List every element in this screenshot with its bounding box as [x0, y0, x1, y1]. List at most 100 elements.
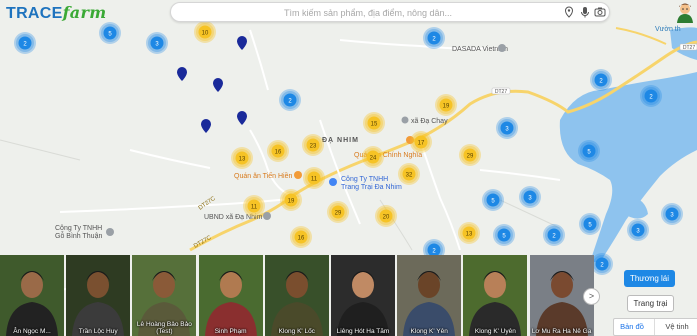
farmer-name: Trần Lộc Huy — [78, 328, 118, 335]
blue-cluster-marker[interactable]: 2 — [590, 69, 612, 91]
farmer-photo — [0, 255, 64, 336]
thuong-lai-button[interactable]: Thương lái — [624, 270, 675, 287]
svg-text:Gỗ Bình Thuận: Gỗ Bình Thuận — [55, 231, 102, 240]
cluster-count: 23 — [310, 143, 317, 149]
cluster-count: 13 — [466, 231, 473, 237]
area-label: ĐẠ NHIM — [322, 137, 359, 144]
farmer-name: Lơ Mu Ra Ha Nê Ga — [531, 328, 592, 335]
yellow-cluster-marker[interactable]: 32 — [398, 163, 420, 185]
yellow-cluster-marker[interactable]: 23 — [302, 134, 324, 156]
blue-cluster-marker[interactable]: 5 — [579, 213, 601, 235]
yellow-cluster-marker[interactable]: 29 — [459, 144, 481, 166]
yellow-cluster-marker[interactable]: 29 — [327, 201, 349, 223]
farmer-photo — [463, 255, 528, 336]
pin-icon — [498, 44, 506, 52]
cluster-count: 20 — [383, 214, 390, 220]
yellow-cluster-marker[interactable]: 11 — [243, 195, 265, 217]
poi-dasada[interactable]: DASADA Vietnam — [452, 44, 508, 53]
yellow-cluster-marker[interactable]: 19 — [435, 94, 457, 116]
farmer-card[interactable]: Liêng Hót Ha Tăm — [331, 255, 395, 336]
svg-text:Trang Trại Đa Nhim: Trang Trại Đa Nhim — [341, 184, 402, 191]
yellow-cluster-marker[interactable]: 20 — [375, 205, 397, 227]
road-label-dt27: DT27 — [495, 89, 507, 95]
cluster-count: 16 — [275, 149, 282, 155]
cluster-count: 17 — [418, 140, 425, 146]
pin-icon — [401, 116, 409, 124]
farmer-photo — [264, 255, 329, 336]
map-type-toggle: Bản đồ Vệ tinh — [613, 318, 697, 336]
farmer-card[interactable]: Klong K' Lốc — [264, 255, 329, 336]
brand-logo[interactable]: TRACEfarm — [6, 3, 106, 23]
yellow-cluster-marker[interactable]: 15 — [363, 112, 385, 134]
farmer-card[interactable]: Klong K' Yên — [397, 255, 462, 336]
farmer-name: Sinh Phạm — [214, 328, 247, 335]
yellow-cluster-marker[interactable]: 16 — [267, 140, 289, 162]
map-view-button[interactable]: Bản đồ — [614, 319, 650, 335]
restaurant-icon — [294, 171, 302, 179]
user-avatar[interactable] — [674, 1, 696, 23]
farmer-photo — [397, 255, 462, 336]
yellow-cluster-marker[interactable]: 17 — [410, 131, 432, 153]
yellow-cluster-marker[interactable]: 13 — [231, 147, 253, 169]
blue-cluster-marker[interactable]: 2 — [543, 224, 565, 246]
top-bar: TRACEfarm — [0, 0, 697, 24]
cluster-count: 19 — [443, 103, 450, 109]
farmer-name: Lê Hoàng Bảo Bảo (Test) — [136, 321, 192, 335]
farmer-card[interactable]: Ân Ngọc M... — [0, 255, 64, 336]
cluster-count: 11 — [251, 204, 258, 210]
svg-text:Quán ăn Tiến Hiền: Quán ăn Tiến Hiền — [234, 171, 292, 180]
blue-cluster-marker[interactable]: 5 — [99, 22, 121, 44]
search-input[interactable] — [181, 5, 555, 21]
pin-icon — [329, 178, 337, 186]
farmer-name: Klong K' Uyên — [474, 328, 516, 335]
blue-cluster-marker[interactable]: 2 — [423, 27, 445, 49]
cluster-count: 13 — [239, 156, 246, 162]
cluster-count: 24 — [370, 155, 377, 161]
search-bar[interactable] — [170, 2, 610, 22]
trang-trai-button[interactable]: Trang trại — [627, 295, 674, 312]
cluster-count: 32 — [406, 172, 413, 178]
pin-icon — [263, 212, 271, 220]
blue-cluster-marker[interactable]: 3 — [496, 117, 518, 139]
farmer-carousel: Ân Ngọc M... Trần Lộc Huy Lê Hoàng Bảo Bảo… — [0, 255, 600, 336]
water-label: Vườn th — [655, 26, 681, 33]
farmer-photo — [331, 255, 395, 336]
yellow-cluster-marker[interactable]: 24 — [362, 146, 384, 168]
cluster-count: 16 — [298, 235, 305, 241]
cluster-count: 29 — [335, 210, 342, 216]
blue-cluster-marker[interactable]: 3 — [146, 32, 168, 54]
blue-cluster-marker[interactable]: 2 — [640, 85, 662, 107]
blue-cluster-marker[interactable]: 5 — [578, 140, 600, 162]
svg-text:Công Ty TNHH: Công Ty TNHH — [55, 225, 102, 232]
blue-cluster-marker[interactable]: 5 — [482, 189, 504, 211]
camera-icon[interactable] — [594, 6, 606, 18]
svg-text:xã Đạ Chay: xã Đạ Chay — [411, 118, 448, 125]
yellow-cluster-marker[interactable]: 10 — [194, 21, 216, 43]
blue-cluster-marker[interactable]: 3 — [661, 203, 683, 225]
carousel-next-button[interactable]: > — [583, 288, 600, 305]
farmer-name: Klong K' Lốc — [278, 328, 315, 335]
farmer-card[interactable]: Trần Lộc Huy — [66, 255, 131, 336]
farmer-card[interactable]: Lê Hoàng Bảo Bảo (Test) — [132, 255, 197, 336]
blue-cluster-marker[interactable]: 2 — [279, 89, 301, 111]
farmer-card[interactable]: Klong K' Uyên — [463, 255, 528, 336]
yellow-cluster-marker[interactable]: 13 — [458, 222, 480, 244]
yellow-cluster-marker[interactable]: 16 — [290, 226, 312, 248]
blue-cluster-marker[interactable]: 2 — [14, 32, 36, 54]
farmer-card[interactable]: Sinh Phạm — [198, 255, 263, 336]
farmer-name: Klong K' Yên — [410, 328, 448, 335]
svg-text:Công Ty TNHH: Công Ty TNHH — [341, 176, 388, 183]
location-pin-icon[interactable] — [563, 6, 575, 18]
microphone-icon[interactable] — [579, 6, 591, 18]
pin-icon — [106, 228, 114, 236]
blue-cluster-marker[interactable]: 5 — [493, 224, 515, 246]
yellow-cluster-marker[interactable]: 19 — [280, 189, 302, 211]
yellow-cluster-marker[interactable]: 11 — [303, 167, 325, 189]
blue-cluster-marker[interactable]: 3 — [627, 219, 649, 241]
cluster-count: 19 — [288, 198, 295, 204]
svg-text:DT27: DT27 — [683, 45, 695, 51]
blue-cluster-marker[interactable]: 3 — [519, 186, 541, 208]
satellite-view-button[interactable]: Vệ tinh — [654, 319, 697, 335]
cluster-count: 15 — [371, 121, 378, 127]
poi-quan-an-tien-hien[interactable]: Quán ăn Tiến Hiền — [234, 171, 302, 180]
